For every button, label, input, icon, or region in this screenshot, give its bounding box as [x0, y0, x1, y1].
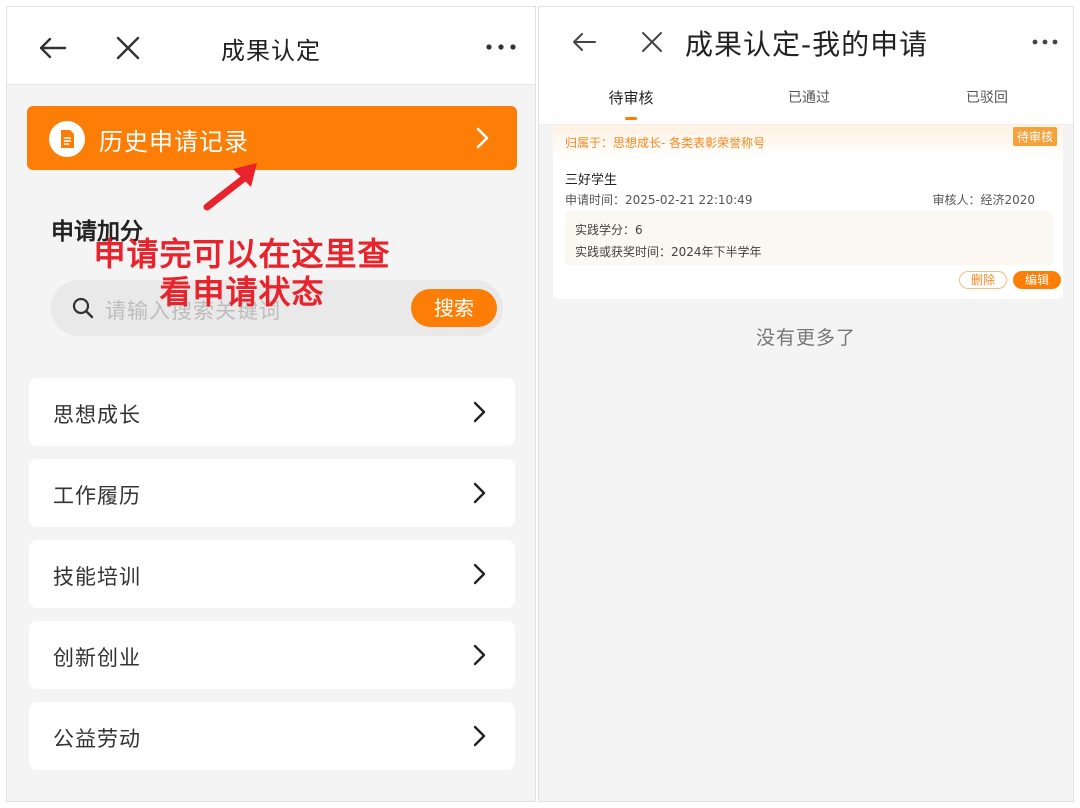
category-label: 创新创业 — [53, 646, 141, 670]
application-card[interactable]: 归属于：思想成长- 各类表彰荣誉称号 待审核 三好学生 申请时间：2025-02… — [553, 125, 1063, 299]
page-title: 成果认定-我的申请 — [685, 28, 929, 61]
chevron-right-icon — [473, 725, 486, 747]
annotation-arrow-icon — [203, 163, 257, 211]
search-button[interactable]: 搜索 — [411, 289, 497, 327]
delete-button[interactable]: 删除 — [959, 271, 1007, 289]
nav-bar: 成果认定 — [7, 7, 535, 85]
active-tab-indicator — [625, 117, 637, 120]
status-badge: 待审核 — [1012, 127, 1057, 146]
nav-bar: 成果认定-我的申请 — [539, 7, 1073, 79]
category-item[interactable]: 公益劳动 — [29, 702, 515, 770]
practice-credit: 实践学分：6 — [575, 223, 643, 237]
tab-bar: 待审核 已通过 已驳回 — [539, 79, 1073, 125]
document-icon — [49, 121, 85, 157]
card-header: 归属于：思想成长- 各类表彰荣誉称号 待审核 — [553, 125, 1063, 159]
chevron-right-icon — [473, 401, 486, 423]
category-item[interactable]: 工作履历 — [29, 459, 515, 527]
tab-rejected[interactable]: 已驳回 — [942, 87, 1032, 107]
no-more-text: 没有更多了 — [755, 327, 856, 349]
annotation-text: 申请完可以在这里查 看申请状态 — [77, 235, 407, 311]
award-time: 实践或获奖时间：2024年下半学年 — [575, 245, 762, 259]
category-item[interactable]: 思想成长 — [29, 378, 515, 446]
detail-box: 实践学分：6 实践或获奖时间：2024年下半学年 — [565, 211, 1053, 265]
screenshot-root: 成果认定 历史申请记录 申请加分 请输入搜索关键词 搜索 申请完可以在这里查 看… — [0, 0, 1080, 808]
right-screen: 成果认定-我的申请 待审核 已通过 已驳回 归属于：思想成长- 各类表彰荣誉称号… — [538, 6, 1074, 802]
category-label: 技能培训 — [53, 565, 141, 589]
category-path: 归属于：思想成长- 各类表彰荣誉称号 — [565, 136, 766, 150]
application-title: 三好学生 — [565, 173, 618, 188]
annotation-line-2: 看申请状态 — [159, 273, 325, 311]
annotation-line-1: 申请完可以在这里查 — [93, 235, 391, 273]
category-label: 工作履历 — [53, 484, 141, 508]
apply-time: 申请时间：2025-02-21 22:10:49 — [565, 193, 753, 207]
reviewer: 审核人：经济2020 — [932, 193, 1035, 207]
category-item[interactable]: 技能培训 — [29, 540, 515, 608]
category-label: 公益劳动 — [53, 727, 141, 751]
left-screen: 成果认定 历史申请记录 申请加分 请输入搜索关键词 搜索 申请完可以在这里查 看… — [6, 6, 536, 802]
chevron-right-icon — [476, 127, 489, 149]
tab-approved[interactable]: 已通过 — [764, 87, 854, 107]
tab-pending[interactable]: 待审核 — [586, 87, 676, 108]
edit-button[interactable]: 编辑 — [1013, 271, 1061, 289]
back-arrow-icon[interactable] — [569, 27, 599, 57]
chevron-right-icon — [473, 482, 486, 504]
chevron-right-icon — [473, 644, 486, 666]
history-records-label: 历史申请记录 — [99, 128, 249, 156]
close-icon[interactable] — [637, 27, 667, 57]
chevron-right-icon — [473, 563, 486, 585]
more-icon[interactable] — [485, 43, 517, 51]
category-item[interactable]: 创新创业 — [29, 621, 515, 689]
more-icon[interactable] — [1031, 38, 1059, 46]
category-label: 思想成长 — [53, 403, 141, 427]
page-title: 成果认定 — [221, 37, 321, 65]
